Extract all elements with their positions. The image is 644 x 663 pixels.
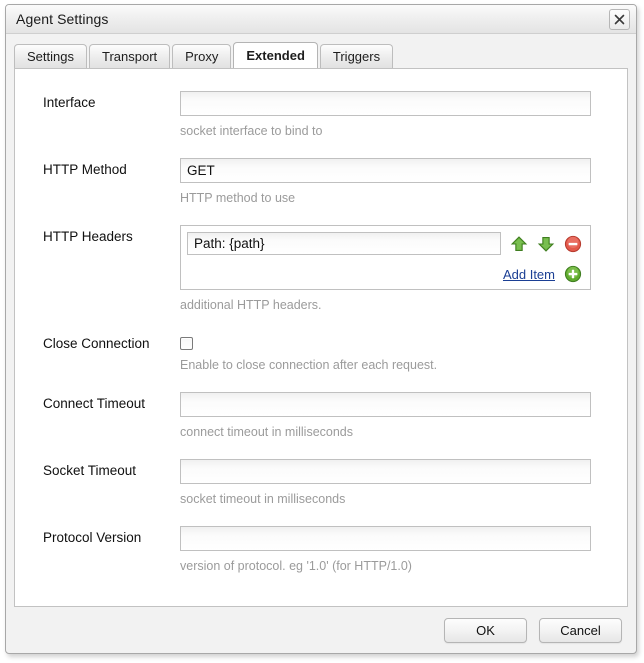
list-item (187, 232, 582, 255)
remove-circle-icon[interactable] (564, 235, 582, 253)
label-connect-timeout: Connect Timeout (43, 396, 146, 411)
protocol-version-input[interactable] (180, 526, 591, 551)
connect-timeout-input[interactable] (180, 392, 591, 417)
desc-http-method: HTTP method to use (180, 191, 296, 205)
add-item-row: Add Item (187, 265, 582, 283)
http-header-input[interactable] (187, 232, 501, 255)
label-socket-timeout: Socket Timeout (43, 463, 137, 478)
add-circle-icon[interactable] (564, 265, 582, 283)
field-row-close-connection: Close Connection Enable to close connect… (15, 332, 627, 392)
field-row-connect-timeout: Connect Timeout connect timeout in milli… (15, 392, 627, 459)
close-icon[interactable] (609, 9, 630, 30)
field-interface: socket interface to bind to (180, 91, 627, 158)
field-row-http-headers: HTTP Headers Path: {path} Add Item addit… (15, 225, 627, 332)
label-interface: Interface (43, 95, 96, 110)
add-item-link[interactable]: Add Item (503, 267, 555, 282)
ok-button[interactable]: OK (444, 617, 527, 643)
dialog-titlebar: Agent Settings (6, 5, 636, 34)
desc-interface: socket interface to bind to (180, 124, 323, 138)
field-row-interface: Interface socket interface to bind to (15, 91, 627, 158)
field-row-http-method: HTTP Method HTTP method to use (15, 158, 627, 225)
close-glyph (614, 14, 625, 25)
dialog-title: Agent Settings (16, 11, 109, 27)
http-headers-list: Add Item (180, 225, 591, 290)
field-close-connection: Enable to close connection after each re… (180, 332, 627, 392)
desc-protocol-version: version of protocol. eg '1.0' (for HTTP/… (180, 559, 412, 573)
desc-socket-timeout: socket timeout in milliseconds (180, 492, 346, 506)
field-protocol-version: version of protocol. eg '1.0' (for HTTP/… (180, 526, 627, 593)
arrow-up-icon[interactable] (510, 235, 528, 253)
socket-timeout-input[interactable] (180, 459, 591, 484)
label-protocol-version: Protocol Version (43, 530, 142, 545)
label-http-method: HTTP Method (43, 162, 127, 177)
dialog-button-bar: OK Cancel (6, 607, 636, 653)
arrow-down-icon[interactable] (537, 235, 555, 253)
settings-form: Interface socket interface to bind to HT… (15, 69, 627, 593)
interface-input[interactable] (180, 91, 591, 116)
field-row-protocol-version: Protocol Version version of protocol. eg… (15, 526, 627, 593)
field-http-headers: Add Item additional HTTP headers. (180, 225, 627, 332)
http-method-input[interactable] (180, 158, 591, 183)
tab-proxy[interactable]: Proxy (172, 44, 232, 68)
field-row-socket-timeout: Socket Timeout socket timeout in millise… (15, 459, 627, 526)
agent-settings-dialog: Agent Settings Settings Transport Proxy … (5, 4, 637, 654)
tab-extended[interactable]: Extended (233, 42, 318, 68)
desc-connect-timeout: connect timeout in milliseconds (180, 425, 353, 439)
tab-bar: Settings Transport Proxy Extended Trigge… (14, 40, 628, 68)
label-close-connection: Close Connection (43, 336, 150, 351)
tab-triggers[interactable]: Triggers (319, 44, 394, 68)
tab-settings[interactable]: Settings (14, 44, 87, 68)
close-connection-checkbox[interactable] (180, 337, 193, 350)
cancel-button[interactable]: Cancel (539, 617, 622, 643)
tab-transport[interactable]: Transport (88, 44, 171, 68)
desc-close-connection: Enable to close connection after each re… (180, 358, 438, 372)
label-http-headers: HTTP Headers (43, 229, 133, 244)
field-socket-timeout: socket timeout in milliseconds (180, 459, 627, 526)
field-http-method: HTTP method to use (180, 158, 627, 225)
desc-http-headers: additional HTTP headers. (180, 298, 322, 312)
field-connect-timeout: connect timeout in milliseconds (180, 392, 627, 459)
extended-tab-panel: Interface socket interface to bind to HT… (14, 68, 628, 607)
